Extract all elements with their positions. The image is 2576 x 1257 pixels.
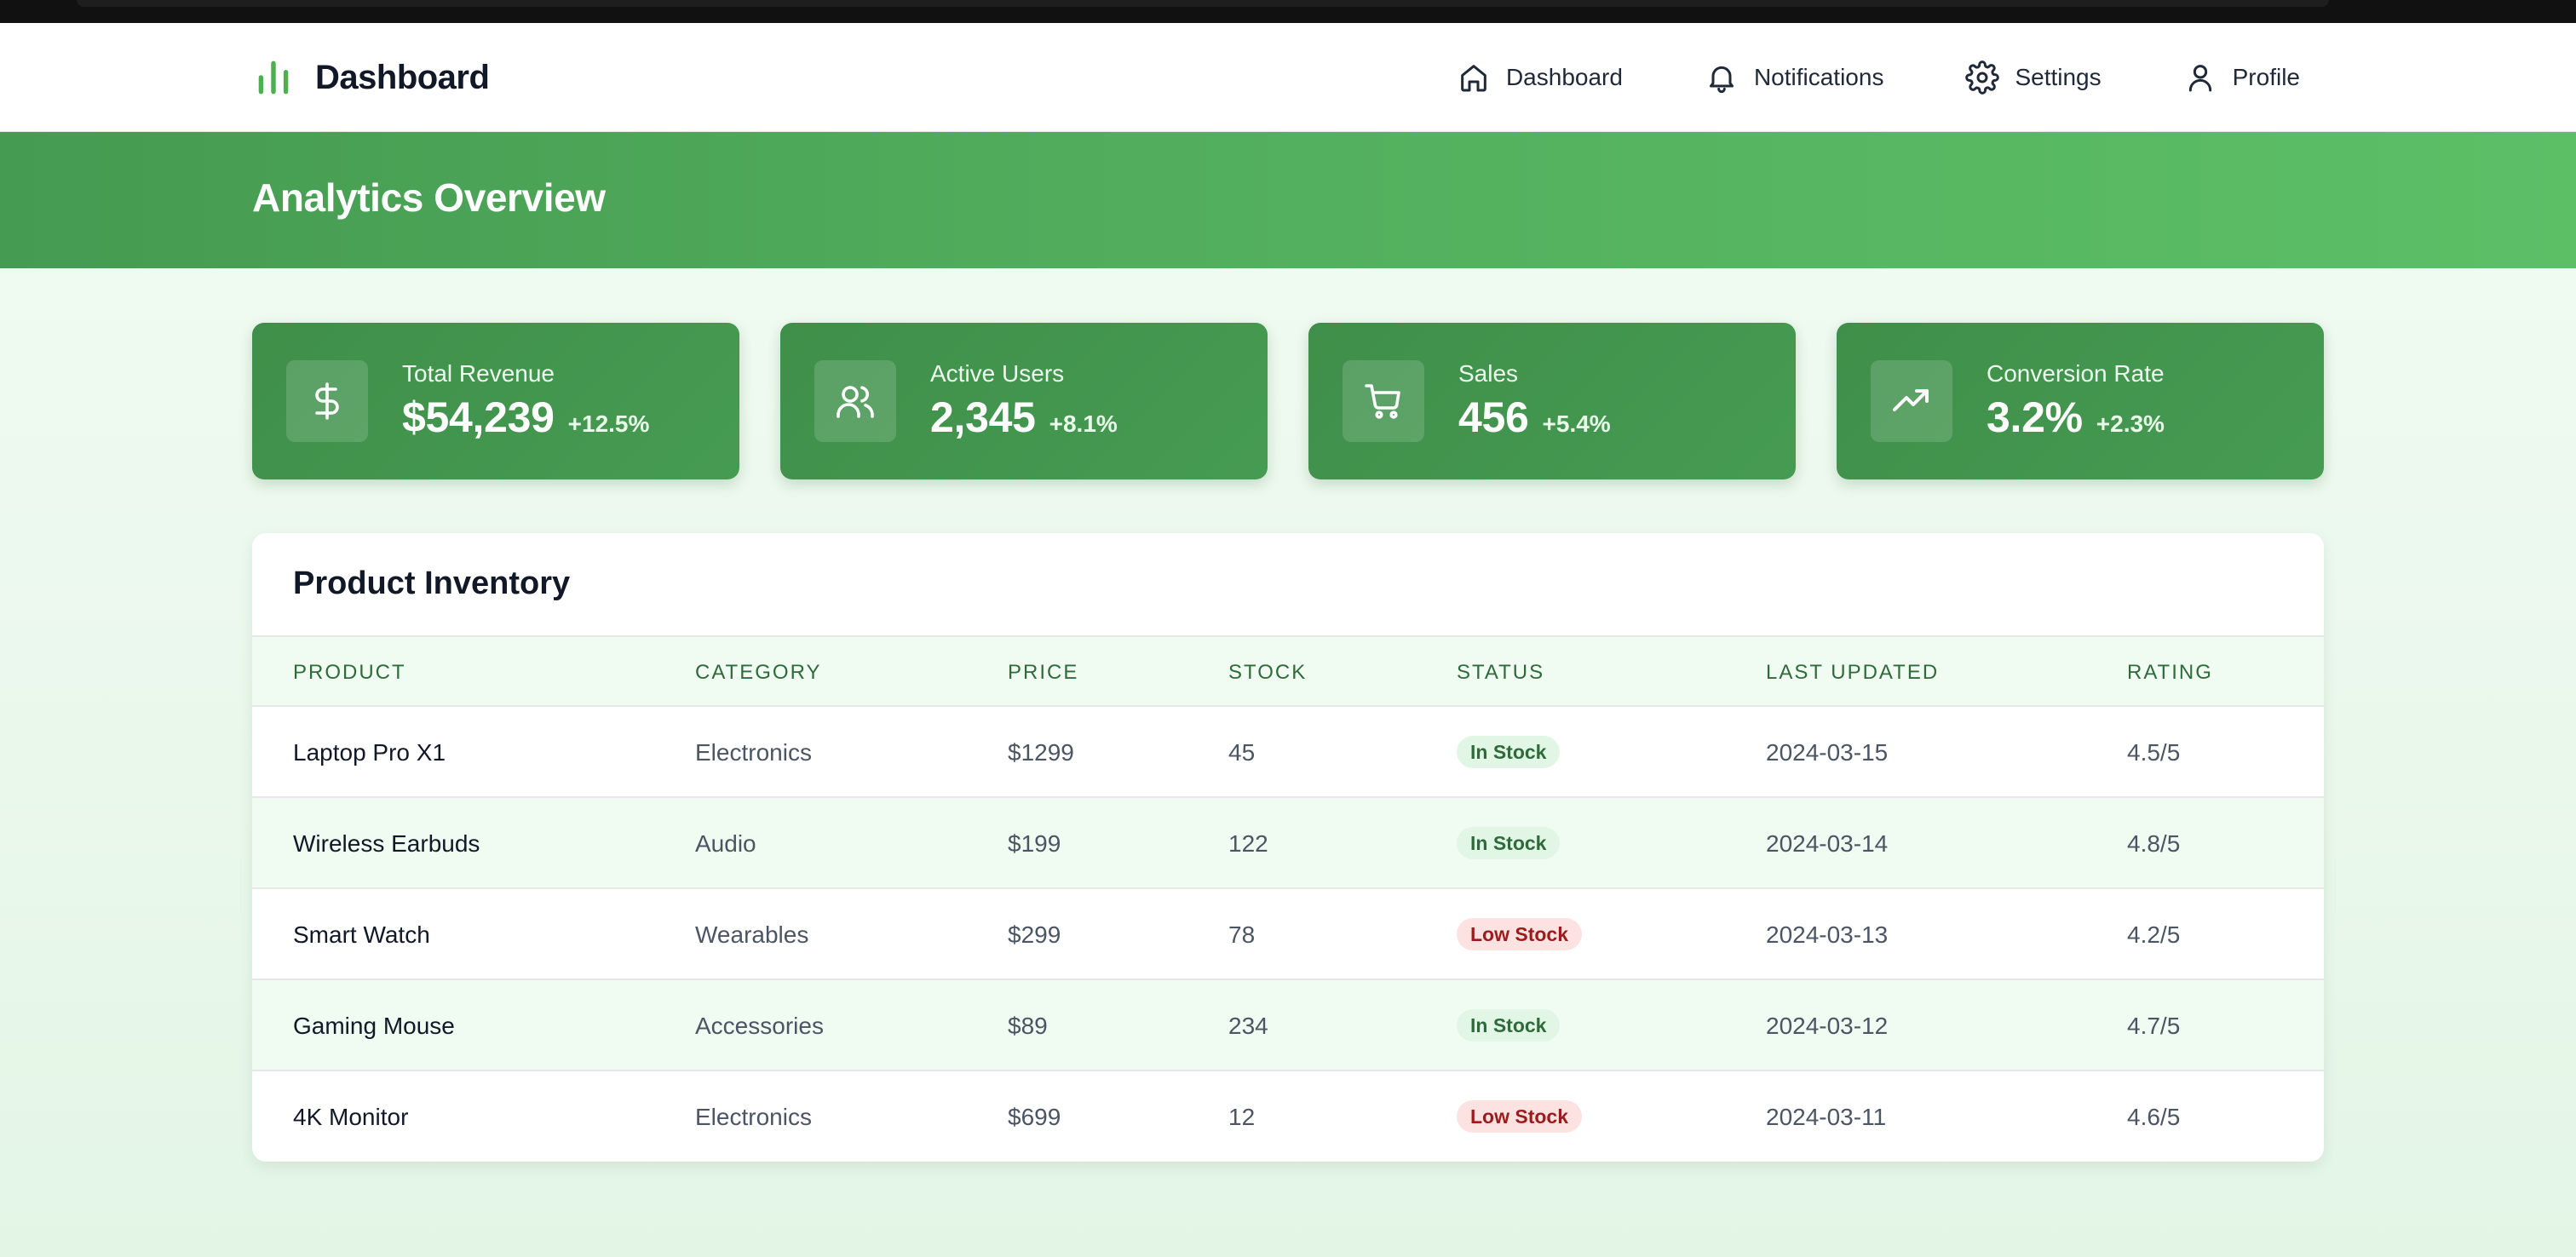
cell-category: Accessories — [695, 1013, 824, 1039]
cell-product: Smart Watch — [293, 921, 430, 948]
cell-category: Wearables — [695, 921, 809, 948]
main-nav: Dashboard Notifications Settings Profile — [1457, 55, 2300, 100]
column-header-rating[interactable]: RATING — [2127, 637, 2213, 709]
table-row[interactable]: Smart Watch Wearables $299 78 Low Stock … — [252, 889, 2324, 980]
nav-item-dashboard[interactable]: Dashboard — [1457, 60, 1623, 95]
stat-value-row: $54,239 +12.5% — [402, 393, 649, 442]
cell-last-updated: 2024-03-11 — [1766, 1104, 1887, 1130]
column-header-product[interactable]: PRODUCT — [293, 637, 406, 709]
column-header-stock[interactable]: STOCK — [1228, 637, 1307, 709]
status-badge: In Stock — [1457, 736, 1561, 768]
nav-item-notifications[interactable]: Notifications — [1705, 60, 1884, 95]
home-icon — [1461, 65, 1486, 92]
cell-last-updated: 2024-03-14 — [1766, 830, 1889, 857]
stat-change: +2.3% — [2096, 410, 2165, 437]
cell-product: Gaming Mouse — [293, 1013, 455, 1039]
cell-rating: 4.7/5 — [2127, 1013, 2181, 1039]
cell-stock: 122 — [1228, 830, 1268, 857]
cell-last-updated: 2024-03-12 — [1766, 1013, 1889, 1039]
cell-rating: 4.6/5 — [2127, 1104, 2181, 1130]
table-row[interactable]: Laptop Pro X1 Electronics $1299 45 In St… — [252, 707, 2324, 798]
nav-label: Settings — [2015, 64, 2102, 90]
cell-stock: 12 — [1228, 1104, 1256, 1130]
product-inventory-panel: Product Inventory PRODUCT CATEGORY PRICE… — [252, 533, 2324, 1162]
stat-value: 3.2% — [1987, 393, 2083, 441]
stats-cards: Total Revenue $54,239 +12.5% Active User… — [252, 323, 2324, 479]
stat-value: 456 — [1458, 393, 1529, 441]
status-badge: Low Stock — [1457, 1100, 1583, 1133]
status-badge: Low Stock — [1457, 918, 1583, 950]
nav-label: Dashboard — [1505, 64, 1623, 90]
stat-value: 2,345 — [930, 393, 1036, 441]
cell-price: $299 — [1008, 921, 1061, 948]
stat-card-conversion-rate[interactable]: Conversion Rate 3.2% +2.3% — [1837, 323, 2324, 479]
stat-value-row: 456 +5.4% — [1458, 393, 1611, 442]
stat-card-sales[interactable]: Sales 456 +5.4% — [1308, 323, 1796, 479]
cell-product: Wireless Earbuds — [293, 830, 480, 857]
users-icon — [814, 360, 896, 442]
cell-stock: 78 — [1228, 921, 1256, 948]
cell-price: $199 — [1008, 830, 1061, 857]
cell-rating: 4.8/5 — [2127, 830, 2181, 857]
brand[interactable]: Dashboard — [252, 55, 490, 100]
page-title: Analytics Overview — [252, 175, 606, 220]
cell-price: $699 — [1008, 1104, 1061, 1130]
cell-rating: 4.5/5 — [2127, 739, 2181, 766]
stat-card-active-users[interactable]: Active Users 2,345 +8.1% — [780, 323, 1268, 479]
trending-up-icon — [1871, 360, 1952, 442]
cell-last-updated: 2024-03-15 — [1766, 739, 1889, 766]
bell-icon — [1709, 66, 1734, 94]
table-row[interactable]: 4K Monitor Electronics $699 12 Low Stock… — [252, 1071, 2324, 1162]
cell-product: Laptop Pro X1 — [293, 739, 446, 766]
app-title: Dashboard — [315, 58, 490, 96]
cell-category: Electronics — [695, 1104, 812, 1130]
stat-label: Conversion Rate — [1987, 360, 2165, 387]
stat-change: +12.5% — [567, 410, 650, 437]
stat-label: Active Users — [930, 360, 1065, 387]
page-header-banner: Analytics Overview — [0, 132, 2576, 268]
stat-value: $54,239 — [402, 393, 555, 441]
stat-label: Total Revenue — [402, 360, 555, 387]
status-badge: In Stock — [1457, 1009, 1561, 1042]
cart-icon — [1343, 360, 1424, 442]
cell-rating: 4.2/5 — [2127, 921, 2181, 948]
window-top-bezel — [77, 0, 2329, 7]
column-header-last-updated[interactable]: LAST UPDATED — [1766, 637, 1939, 709]
status-badge: In Stock — [1457, 827, 1561, 859]
table-body: Laptop Pro X1 Electronics $1299 45 In St… — [252, 707, 2324, 1162]
column-header-price[interactable]: PRICE — [1008, 637, 1078, 709]
table-row[interactable]: Wireless Earbuds Audio $199 122 In Stock… — [252, 798, 2324, 889]
column-header-category[interactable]: CATEGORY — [695, 637, 821, 709]
cell-category: Electronics — [695, 739, 812, 766]
stat-change: +8.1% — [1049, 410, 1118, 437]
stat-card-total-revenue[interactable]: Total Revenue $54,239 +12.5% — [252, 323, 739, 479]
cell-product: 4K Monitor — [293, 1104, 409, 1130]
gear-icon — [1965, 60, 2000, 95]
stat-change: +5.4% — [1542, 410, 1611, 437]
stat-label: Sales — [1458, 360, 1519, 387]
stat-value-row: 2,345 +8.1% — [930, 393, 1118, 442]
cell-stock: 45 — [1228, 739, 1256, 766]
cell-price: $1299 — [1008, 739, 1074, 766]
nav-item-settings[interactable]: Settings — [1965, 60, 2102, 95]
nav-item-profile[interactable]: Profile — [2183, 60, 2300, 95]
cell-category: Audio — [695, 830, 756, 857]
panel-title: Product Inventory — [293, 565, 571, 601]
cell-last-updated: 2024-03-13 — [1766, 921, 1889, 948]
nav-label: Notifications — [1753, 64, 1884, 90]
bar-chart-logo-icon — [258, 60, 289, 95]
column-header-status[interactable]: STATUS — [1457, 637, 1544, 709]
table-header-row: PRODUCT CATEGORY PRICE STOCK STATUS LAST… — [252, 635, 2324, 707]
cell-price: $89 — [1008, 1013, 1048, 1039]
cell-stock: 234 — [1228, 1013, 1268, 1039]
stat-value-row: 3.2% +2.3% — [1987, 393, 2165, 442]
dollar-icon — [286, 360, 368, 442]
table-row[interactable]: Gaming Mouse Accessories $89 234 In Stoc… — [252, 980, 2324, 1071]
user-icon — [2188, 65, 2211, 92]
window-top-strip — [0, 0, 2576, 23]
nav-label: Profile — [2232, 64, 2300, 90]
top-navbar: Dashboard Dashboard Notifications Settin… — [0, 23, 2576, 132]
